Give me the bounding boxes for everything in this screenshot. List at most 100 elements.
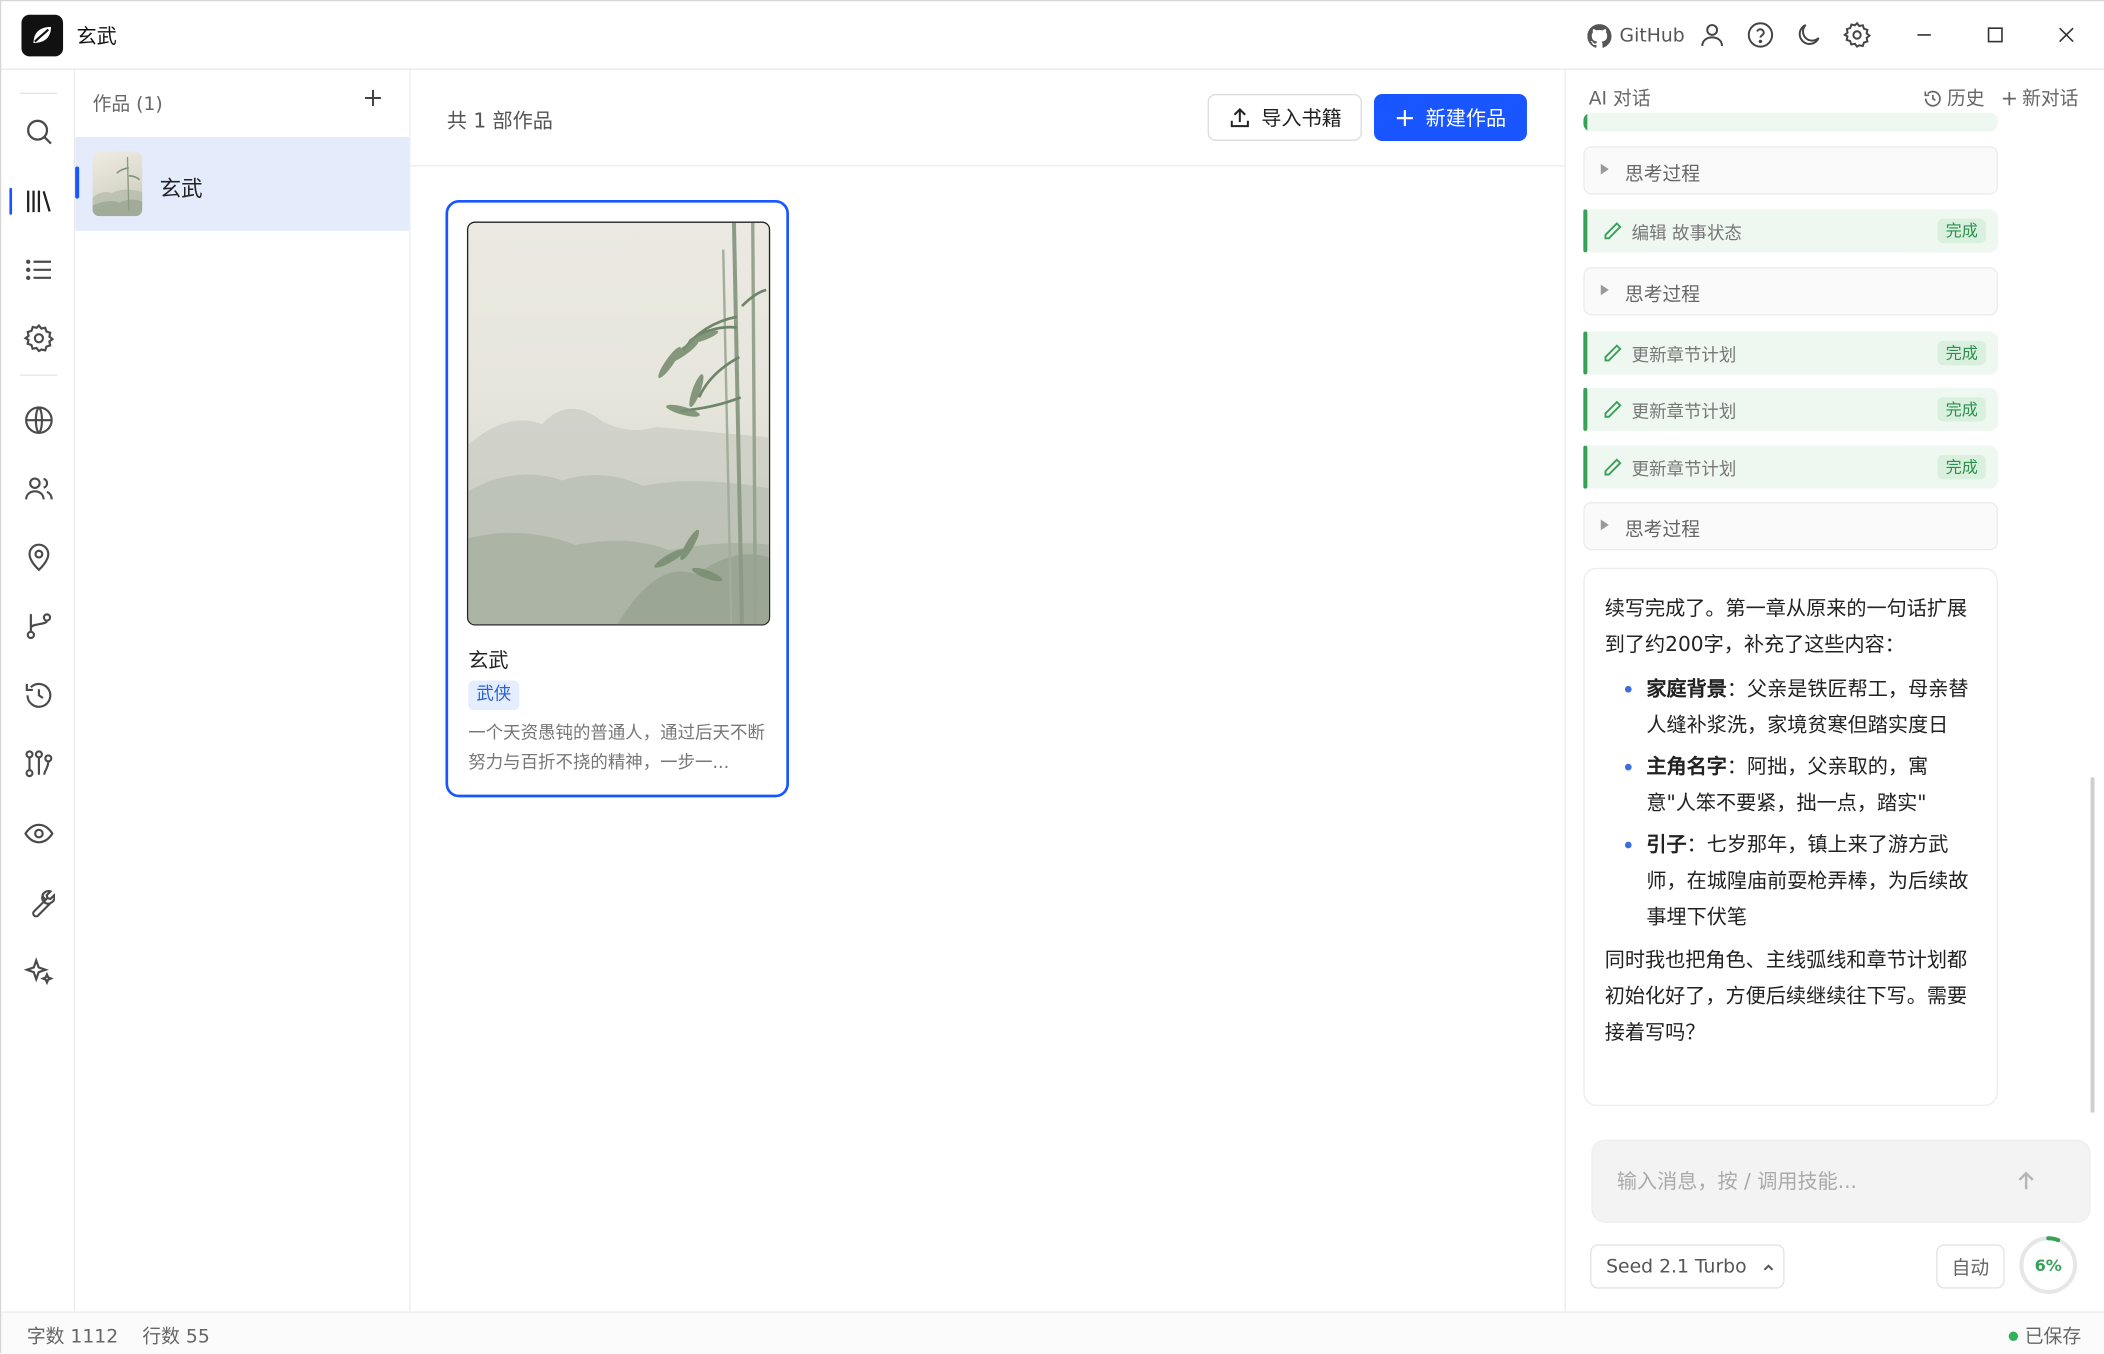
branch-icon[interactable] (23, 609, 55, 641)
send-button[interactable] (1993, 1154, 2060, 1208)
answer-intro: 续写完成了。第一章从原来的一句话扩展到了约200字，补充了这些内容： (1604, 595, 1968, 657)
new-work-button[interactable]: 新建作品 (1374, 93, 1527, 141)
import-book-label: 导入书籍 (1261, 106, 1342, 131)
github-label: GitHub (1619, 24, 1685, 47)
chat-title: AI 对话 (1588, 88, 1651, 111)
book-title: 玄武 (468, 648, 509, 673)
maximize-button[interactable] (1980, 20, 2010, 50)
tool-step[interactable]: 更新章节计划 完成 (1583, 387, 1998, 431)
wrench-icon[interactable] (23, 887, 56, 919)
bullet-term: 家庭背景 (1646, 676, 1727, 701)
saved-dot-icon (2008, 1330, 2019, 1341)
history-icon[interactable] (23, 679, 55, 711)
bullet-term: 引子 (1646, 832, 1687, 857)
pencil-icon (1604, 344, 1622, 362)
history-button[interactable]: 历史 (1923, 85, 1985, 112)
help-icon[interactable] (1746, 20, 1776, 50)
import-book-button[interactable]: 导入书籍 (1207, 93, 1362, 141)
thinking-step[interactable]: 思考过程 (1583, 502, 1998, 551)
tool-step-label: 编辑 故事状态 (1631, 224, 1742, 245)
tool-step[interactable]: 更新章节计划 完成 (1583, 445, 1998, 489)
location-pin-icon[interactable] (23, 541, 55, 573)
gear-icon[interactable] (23, 322, 55, 354)
github-link[interactable]: GitHub (1587, 1, 1685, 69)
user-icon[interactable] (1697, 20, 1727, 50)
book-card[interactable]: 玄武 武侠 一个天资愚钝的普通人，通过后天不断努力与百折不挠的精神，一步一... (445, 200, 789, 798)
list-item: 家庭背景：父亲是铁匠帮工，母亲替人缝补浆洗，家境贫寒但踏实度日 (1646, 671, 1976, 743)
settings-icon[interactable] (1842, 20, 1872, 50)
dark-mode-icon[interactable] (1794, 20, 1824, 50)
work-list-item[interactable]: 玄武 (75, 136, 410, 231)
library-icon[interactable] (23, 185, 55, 217)
auto-mode-button[interactable]: 自动 (1936, 1244, 2005, 1289)
chevron-up-icon (1763, 1263, 1773, 1270)
thinking-label: 思考过程 (1624, 519, 1701, 541)
book-cover-image (466, 221, 771, 626)
works-header: 作品 (1) (92, 93, 163, 116)
active-indicator (9, 187, 13, 215)
chat-input-box (1591, 1139, 2091, 1223)
divider (20, 374, 58, 376)
add-work-button[interactable] (360, 86, 387, 113)
divider (20, 92, 58, 94)
book-description: 一个天资愚钝的普通人，通过后天不断努力与百折不挠的精神，一步一... (468, 723, 765, 774)
globe-icon[interactable] (23, 404, 55, 436)
line-count: 行数 55 (142, 1326, 210, 1348)
word-count: 字数 1112 (26, 1326, 119, 1348)
characters-icon[interactable] (23, 472, 55, 504)
history-label: 历史 (1946, 88, 1985, 111)
model-select[interactable]: Seed 2.1 Turbo (1590, 1244, 1785, 1289)
expand-triangle-icon (1600, 519, 1609, 531)
step-accent (1583, 209, 1588, 253)
activity-bar (1, 69, 76, 1312)
plus-icon (2002, 91, 2016, 105)
tool-step[interactable]: 编辑 故事状态 完成 (1583, 209, 1998, 253)
answer-outro: 同时我也把角色、主线弧线和章节计划都初始化好了，方便后续继续往下写。需要接着写吗… (1604, 947, 1968, 1045)
pencil-icon (1604, 400, 1622, 418)
works-sidebar: 作品 (1) 玄武 (75, 69, 411, 1312)
new-chat-label: 新对话 (2022, 88, 2079, 111)
expand-triangle-icon (1600, 163, 1609, 175)
context-usage-ring: 6% (2018, 1235, 2078, 1295)
bullet-text: ：七岁那年，镇上来了游方武师，在城隍庙前耍枪弄棒，为后续故事埋下伏笔 (1646, 832, 1969, 929)
outline-list-icon[interactable] (23, 254, 55, 286)
save-status: 已保存 (2008, 1322, 2082, 1349)
work-thumbnail (92, 151, 143, 217)
arrow-up-icon (2018, 1171, 2034, 1190)
tool-step-label: 更新章节计划 (1631, 346, 1737, 367)
arcs-icon[interactable] (23, 748, 55, 780)
tool-step-label: 更新章节计划 (1631, 402, 1737, 423)
upload-icon (1230, 107, 1249, 127)
assistant-message: 续写完成了。第一章从原来的一句话扩展到了约200字，补充了这些内容： 家庭背景：… (1583, 567, 1998, 1107)
step-accent (1583, 331, 1588, 375)
eye-icon[interactable] (23, 817, 55, 849)
status-bar: 字数 1112 行数 55 已保存 (1, 1311, 2104, 1354)
step-accent (1583, 445, 1588, 489)
search-icon[interactable] (23, 115, 55, 147)
plus-icon (1397, 109, 1414, 126)
tool-step[interactable]: 更新章节计划 完成 (1583, 331, 1998, 375)
works-count: 共 1 部作品 (446, 108, 553, 133)
github-icon (1587, 23, 1612, 48)
chat-scrollbar[interactable] (2090, 777, 2095, 1113)
thinking-step[interactable]: 思考过程 (1583, 267, 1998, 316)
window-title: 玄武 (76, 24, 117, 49)
pencil-icon (1604, 222, 1622, 240)
tool-step-label: 更新章节计划 (1631, 460, 1737, 481)
step-accent (1583, 387, 1588, 431)
work-name: 玄武 (159, 175, 203, 202)
selected-indicator (75, 166, 80, 199)
close-button[interactable] (2052, 20, 2082, 50)
pencil-icon (1604, 458, 1622, 476)
model-label: Seed 2.1 Turbo (1606, 1255, 1747, 1278)
status-badge: 完成 (1937, 455, 1986, 480)
main-header: 共 1 部作品 导入书籍 新建作品 (410, 70, 1565, 167)
list-item: 引子：七岁那年，镇上来了游方武师，在城隍庙前耍枪弄棒，为后续故事埋下伏笔 (1646, 827, 1976, 936)
usage-percent: 6% (2034, 1255, 2062, 1275)
chat-input[interactable] (1614, 1166, 1990, 1196)
thinking-step[interactable]: 思考过程 (1583, 146, 1998, 195)
minimize-button[interactable] (1909, 20, 1939, 50)
sparkle-ai-icon[interactable] (23, 956, 55, 988)
saved-label: 已保存 (2024, 1326, 2082, 1348)
new-chat-button[interactable]: 新对话 (2001, 85, 2079, 112)
